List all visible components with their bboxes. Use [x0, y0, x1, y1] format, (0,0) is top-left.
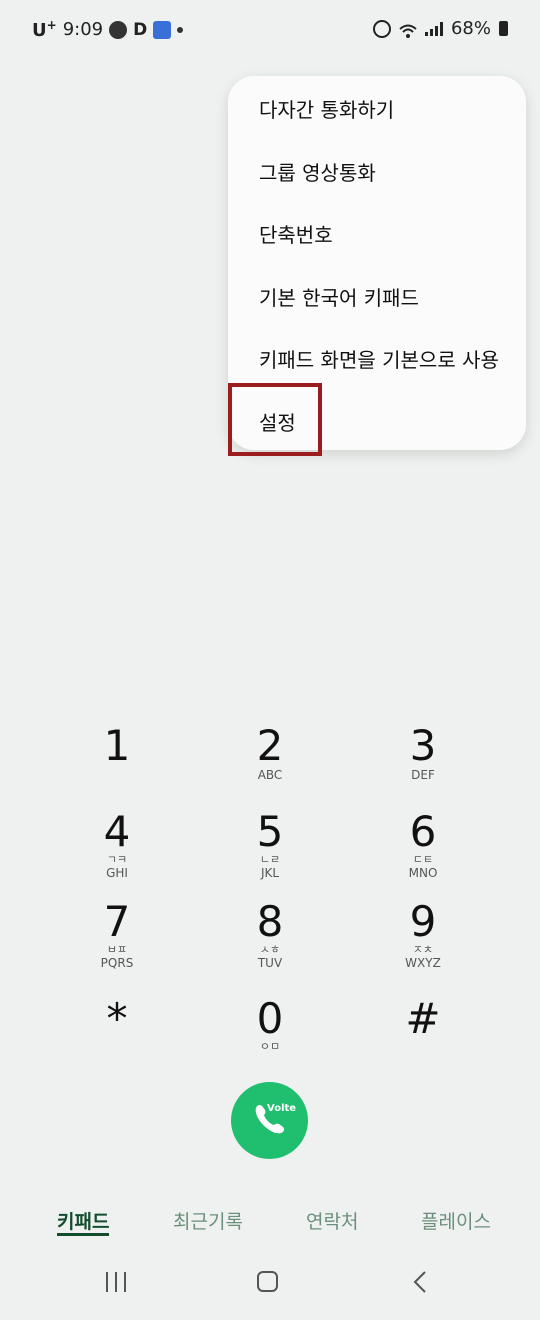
- app-notification-icon: [153, 20, 172, 39]
- key-digit: 8: [256, 897, 284, 946]
- carrier-label: U+: [32, 18, 57, 41]
- status-time: 9:09: [62, 19, 104, 40]
- key-hangul: ㅅㅎ: [259, 943, 281, 956]
- battery-icon: [499, 21, 508, 36]
- key-letters: WXYZ: [405, 956, 441, 970]
- key-7[interactable]: 7 ㅂㅍ PQRS: [57, 897, 177, 971]
- battery-percent: 68%: [450, 18, 491, 39]
- key-digit: #: [405, 994, 441, 1043]
- key-digit: 1: [103, 721, 131, 770]
- key-letters: TUV: [257, 956, 283, 970]
- key-hash[interactable]: #: [363, 997, 483, 1041]
- messenger-icon: [109, 20, 128, 39]
- key-6[interactable]: 6 ㄷㅌ MNO: [363, 807, 483, 881]
- settings-highlight-box: [228, 383, 322, 456]
- key-hangul: ㄴㄹ: [259, 853, 281, 866]
- tab-active-indicator: [57, 1233, 109, 1236]
- d-app-icon: D: [133, 19, 148, 40]
- back-icon[interactable]: [410, 1270, 430, 1294]
- key-hangul: ㅂㅍ: [106, 943, 128, 956]
- status-bar: U+ 9:09 D 68%: [0, 0, 540, 60]
- tab-contacts[interactable]: 연락처: [306, 1207, 358, 1234]
- key-letters: GHI: [106, 866, 128, 880]
- key-digit: 0: [256, 994, 284, 1043]
- tab-recents[interactable]: 최근기록: [173, 1207, 243, 1234]
- key-2[interactable]: 2 ABC: [210, 721, 330, 783]
- call-button[interactable]: Volte: [231, 1082, 308, 1159]
- key-0[interactable]: 0 ㅇㅁ: [210, 997, 330, 1053]
- key-hangul: ㅈㅊ: [412, 943, 434, 956]
- menu-item-conference-call[interactable]: 다자간 통화하기: [259, 94, 394, 123]
- home-icon[interactable]: [256, 1270, 280, 1294]
- phone-icon: Volte: [255, 1103, 296, 1134]
- key-digit: 4: [103, 807, 131, 856]
- key-star[interactable]: *: [57, 997, 177, 1041]
- status-bar-left: U+ 9:09 D: [32, 18, 184, 41]
- key-hangul: ㄷㅌ: [412, 853, 434, 866]
- key-5[interactable]: 5 ㄴㄹ JKL: [210, 807, 330, 881]
- volte-badge: Volte: [267, 1103, 296, 1114]
- alarm-icon: [372, 19, 391, 38]
- signal-icon: [424, 21, 443, 36]
- key-letters: DEF: [411, 768, 435, 782]
- tab-keypad[interactable]: 키패드: [57, 1207, 109, 1234]
- key-1[interactable]: 1: [57, 724, 177, 768]
- more-notifications-icon: [177, 26, 184, 33]
- key-digit: 2: [256, 721, 284, 770]
- menu-item-group-video-call[interactable]: 그룹 영상통화: [259, 157, 376, 186]
- key-letters: MNO: [408, 866, 438, 880]
- key-digit: 9: [409, 897, 437, 946]
- key-letters: JKL: [260, 866, 280, 880]
- key-digit: 6: [409, 807, 437, 856]
- key-4[interactable]: 4 ㄱㅋ GHI: [57, 807, 177, 881]
- key-letters: PQRS: [100, 956, 134, 970]
- menu-item-speed-dial[interactable]: 단축번호: [259, 219, 333, 248]
- key-8[interactable]: 8 ㅅㅎ TUV: [210, 897, 330, 971]
- key-digit: *: [106, 994, 128, 1043]
- key-hangul: ㅇㅁ: [259, 1040, 281, 1053]
- key-3[interactable]: 3 DEF: [363, 721, 483, 783]
- recents-icon[interactable]: [104, 1270, 130, 1294]
- key-letters: ABC: [257, 768, 283, 782]
- key-9[interactable]: 9 ㅈㅊ WXYZ: [363, 897, 483, 971]
- status-bar-right: 68%: [372, 18, 508, 39]
- wifi-icon: [399, 22, 417, 38]
- key-digit: 5: [256, 807, 284, 856]
- menu-item-korean-keypad[interactable]: 기본 한국어 키패드: [259, 282, 419, 311]
- menu-item-keypad-default[interactable]: 키패드 화면을 기본으로 사용: [259, 344, 499, 373]
- key-digit: 3: [409, 721, 437, 770]
- key-hangul: ㄱㅋ: [106, 853, 128, 866]
- tab-places[interactable]: 플레이스: [421, 1207, 491, 1234]
- key-digit: 7: [103, 897, 131, 946]
